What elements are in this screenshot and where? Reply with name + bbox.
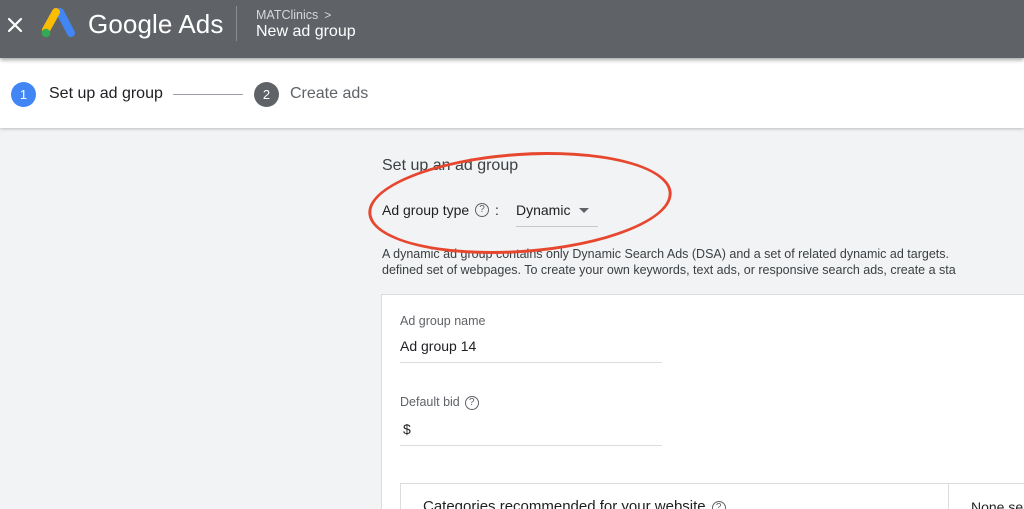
google-ads-logo-icon [41, 8, 75, 38]
brand-name: Google Ads [88, 9, 224, 39]
section-title: Set up an ad group [382, 157, 519, 174]
help-icon[interactable]: ? [464, 396, 479, 410]
ad-group-type-label: Ad group type [382, 202, 470, 218]
ad-group-name-input[interactable]: Ad group 14 [400, 335, 662, 363]
description-line-1: A dynamic ad group contains only Dynamic… [382, 247, 949, 261]
step-1-label[interactable]: Set up ad group [49, 85, 163, 103]
ad-group-name-label: Ad group name [400, 314, 486, 328]
categories-title-row: Categories recommended for your website? [423, 498, 726, 509]
ad-group-type-dropdown[interactable]: Dynamic [516, 200, 598, 227]
page-title: New ad group [256, 23, 356, 40]
description-line-2: defined set of webpages. To create your … [382, 263, 956, 277]
categories-selection-status: None sel [971, 499, 1024, 509]
help-icon[interactable]: ? [711, 501, 726, 509]
categories-divider [948, 484, 949, 509]
breadcrumb-account-label: MATClinics [256, 8, 319, 22]
categories-title: Categories recommended for your website [423, 498, 706, 509]
default-bid-input[interactable]: $ [400, 417, 662, 446]
ad-group-form-card: Ad group name Ad group 14 Default bid? $… [381, 294, 1024, 509]
ad-group-type-value: Dynamic [516, 202, 571, 218]
chevron-right-icon: > [324, 8, 332, 22]
default-bid-label-row: Default bid? [400, 395, 479, 410]
ad-group-type-colon: : [495, 202, 499, 218]
step-1-number: 1 [11, 82, 36, 107]
header-divider [236, 6, 237, 41]
stepper: 1 Set up ad group 2 Create ads [0, 58, 1024, 128]
breadcrumb-account[interactable]: MATClinics > [256, 8, 331, 22]
ad-group-description: A dynamic ad group contains only Dynamic… [382, 246, 1024, 278]
dropdown-caret-icon [579, 208, 589, 213]
step-2-number: 2 [254, 82, 279, 107]
help-icon[interactable]: ? [475, 203, 489, 217]
top-app-bar: Google Ads MATClinics > New ad group [0, 0, 1024, 58]
default-bid-label: Default bid [400, 395, 460, 409]
close-icon[interactable] [4, 12, 26, 36]
step-connector [173, 94, 243, 95]
step-2-label[interactable]: Create ads [290, 85, 368, 103]
categories-panel: Categories recommended for your website?… [400, 483, 1024, 509]
